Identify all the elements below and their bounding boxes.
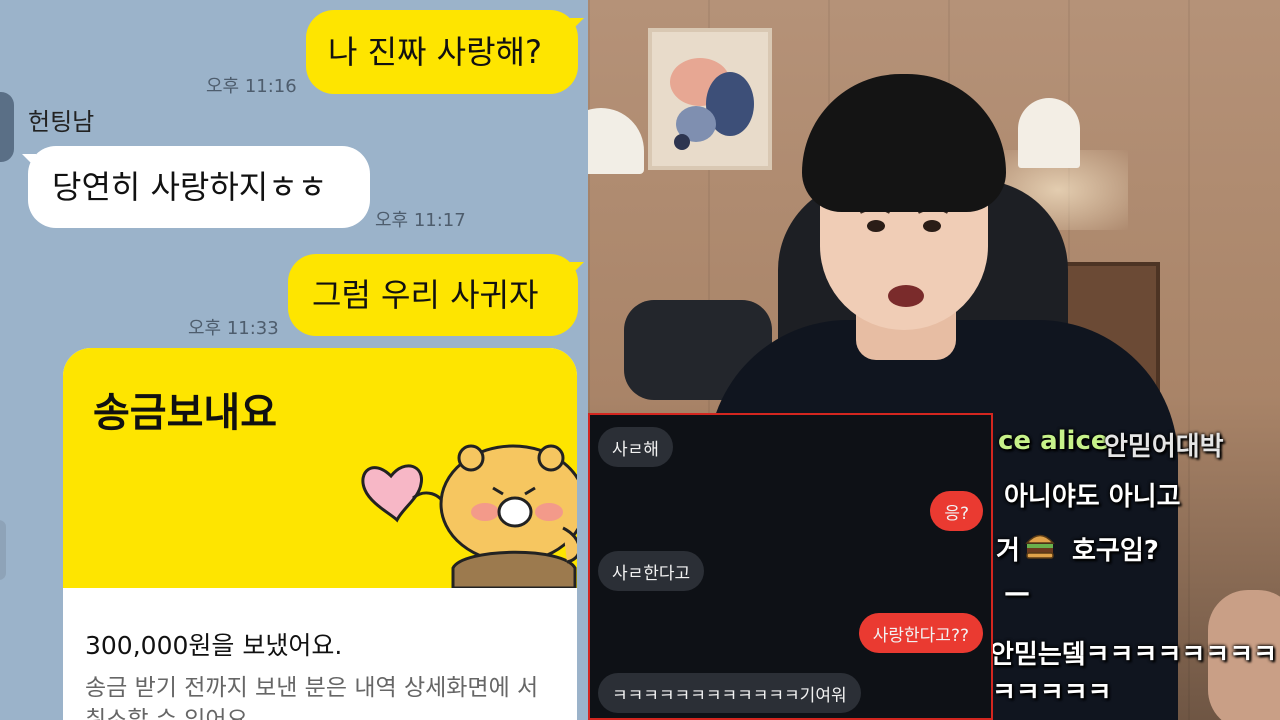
viewer-chat-line: — [1004, 578, 1030, 608]
bubble-tail [22, 154, 36, 168]
card-body: 300,000원을 보냈어요. 송금 받기 전까지 보낸 분은 내역 상세화면에… [63, 588, 577, 720]
incoming-message[interactable]: 사ㄹ한다고 [598, 551, 705, 591]
viewer-chat-line: 아니야도 아니고 [1004, 482, 1181, 512]
transfer-amount: 300,000원을 보냈어요. [85, 631, 343, 660]
viewer-chat-line: 거 [996, 536, 1020, 566]
right-lamp [1018, 98, 1080, 168]
outgoing-message[interactable]: 응? [930, 491, 983, 531]
outgoing-message[interactable]: 사랑한다고?? [858, 613, 983, 653]
burger-icon [1025, 534, 1055, 559]
viewer-chat-line: 호구임? [1072, 536, 1159, 566]
other-message-bubble[interactable]: 당연히 사랑하지ㅎㅎ [22, 146, 370, 228]
sender-name: 헌팅남 [28, 108, 95, 136]
viewer-chat-line: ㅋㅋㅋㅋㅋ [992, 678, 1112, 708]
viewer-chat-line: 안믿는뎈ㅋㅋㅋㅋㅋㅋㅋㅋ [990, 640, 1278, 670]
message-time: 오후 11:17 [375, 210, 466, 231]
ryan-mascot-icon [361, 444, 577, 588]
message-time: 오후 11:33 [188, 318, 279, 339]
viewer-chat-line: ce alice [998, 426, 1109, 456]
wall-poster [648, 28, 772, 170]
message-text: 나 진짜 사랑해? [328, 33, 542, 71]
transfer-note: 송금 받기 전까지 보낸 분은 내역 상세화면에 서 취소할 수 있어요. [85, 675, 539, 720]
message-text: 그럼 우리 사귀자 [312, 276, 539, 314]
bubble-tail [570, 18, 584, 32]
sender-avatar-partial [0, 520, 6, 580]
my-message-bubble[interactable]: 그럼 우리 사귀자 [288, 254, 584, 336]
incoming-message[interactable]: ㅋㅋㅋㅋㅋㅋㅋㅋㅋㅋㅋㅋ기여워 [598, 673, 861, 713]
abstract-art-icon [670, 58, 754, 150]
sender-avatar[interactable] [0, 92, 14, 162]
kakao-chat-panel: 나 진짜 사랑해? 오후 11:16 헌팅남 당연히 사랑하지ㅎㅎ 오후 11:… [0, 0, 588, 720]
card-title: 송금보내요 [93, 390, 277, 436]
message-time: 오후 11:16 [206, 76, 297, 97]
bubble-tail [570, 262, 584, 276]
my-message-bubble[interactable]: 나 진짜 사랑해? [306, 10, 584, 94]
phone-chat-overlay: 사ㄹ해 응? 사ㄹ한다고 사랑한다고?? ㅋㅋㅋㅋㅋㅋㅋㅋㅋㅋㅋㅋ기여워 [588, 413, 993, 720]
money-transfer-card[interactable]: 송금보내요 300,000원을 보냈어요. 송금 받기 전까지 보낸 분은 내역… [63, 348, 577, 720]
incoming-message[interactable]: 사ㄹ해 [598, 427, 673, 467]
message-text: 당연히 사랑하지ㅎㅎ [52, 168, 328, 206]
card-header: 송금보내요 [63, 348, 577, 588]
viewer-chat-line: 안믿어대박 [1104, 432, 1224, 462]
